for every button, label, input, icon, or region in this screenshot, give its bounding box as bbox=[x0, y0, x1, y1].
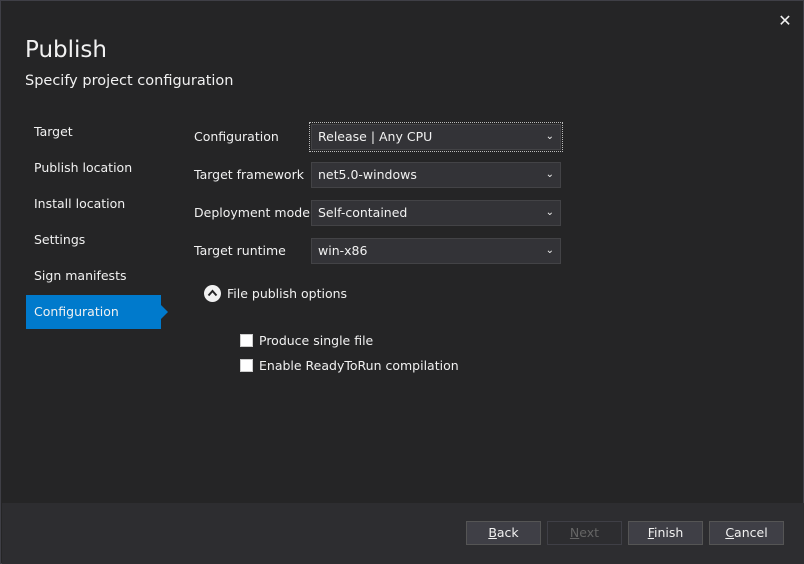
checkbox-box[interactable] bbox=[240, 359, 253, 372]
back-button[interactable]: Back bbox=[466, 521, 541, 545]
dialog-title: Publish bbox=[25, 37, 107, 63]
chevron-down-icon: ⌄ bbox=[545, 245, 554, 256]
target-runtime-label: Target runtime bbox=[194, 243, 286, 258]
checkbox-box[interactable] bbox=[240, 334, 253, 347]
nav-item-configuration[interactable]: Configuration bbox=[26, 295, 168, 329]
nav-item-target[interactable]: Target bbox=[26, 115, 161, 149]
deployment-mode-value: Self-contained bbox=[318, 205, 408, 220]
target-framework-select[interactable]: net5.0-windows ⌄ bbox=[311, 162, 561, 188]
nav-item-install-location[interactable]: Install location bbox=[26, 187, 161, 221]
nav-item-publish-location[interactable]: Publish location bbox=[26, 151, 161, 185]
nav-item-label: Target bbox=[34, 124, 73, 139]
checkbox-label: Produce single file bbox=[259, 333, 374, 348]
dialog-subtitle: Specify project configuration bbox=[25, 73, 234, 89]
next-button[interactable]: Next bbox=[547, 521, 622, 545]
button-label-rest: inish bbox=[653, 525, 684, 540]
checkbox-label: Enable ReadyToRun compilation bbox=[259, 358, 459, 373]
target-runtime-value: win-x86 bbox=[318, 243, 368, 258]
close-icon[interactable]: ✕ bbox=[776, 11, 794, 31]
button-label-rest: ext bbox=[579, 525, 600, 540]
target-framework-value: net5.0-windows bbox=[318, 167, 417, 182]
chevron-up-icon bbox=[204, 285, 221, 302]
nav-item-sign-manifests[interactable]: Sign manifests bbox=[26, 259, 161, 293]
deployment-mode-label: Deployment mode bbox=[194, 205, 310, 220]
cancel-button[interactable]: Cancel bbox=[709, 521, 784, 545]
publish-dialog: ✕ Publish Specify project configuration … bbox=[0, 0, 804, 564]
mnemonic: B bbox=[488, 525, 497, 540]
configuration-select[interactable]: Release | Any CPU ⌄ bbox=[309, 122, 563, 152]
configuration-label: Configuration bbox=[194, 129, 279, 144]
nav-item-settings[interactable]: Settings bbox=[26, 223, 161, 257]
deployment-mode-select[interactable]: Self-contained ⌄ bbox=[311, 200, 561, 226]
mnemonic: C bbox=[725, 525, 735, 540]
nav-item-label: Sign manifests bbox=[34, 268, 127, 283]
target-framework-label: Target framework bbox=[194, 167, 304, 182]
configuration-value: Release | Any CPU bbox=[318, 129, 433, 144]
chevron-down-icon: ⌄ bbox=[545, 169, 554, 180]
file-publish-options-label: File publish options bbox=[227, 286, 348, 301]
nav-item-label: Configuration bbox=[34, 304, 119, 319]
button-label-rest: ancel bbox=[734, 525, 768, 540]
nav-item-label: Install location bbox=[34, 196, 126, 211]
nav-item-label: Settings bbox=[34, 232, 86, 247]
nav-item-label: Publish location bbox=[34, 160, 133, 175]
chevron-down-icon: ⌄ bbox=[545, 131, 554, 142]
mnemonic: N bbox=[569, 525, 580, 540]
target-runtime-select[interactable]: win-x86 ⌄ bbox=[311, 238, 561, 264]
chevron-down-icon: ⌄ bbox=[545, 207, 554, 218]
finish-button[interactable]: Finish bbox=[628, 521, 703, 545]
button-label-rest: ack bbox=[496, 525, 519, 540]
